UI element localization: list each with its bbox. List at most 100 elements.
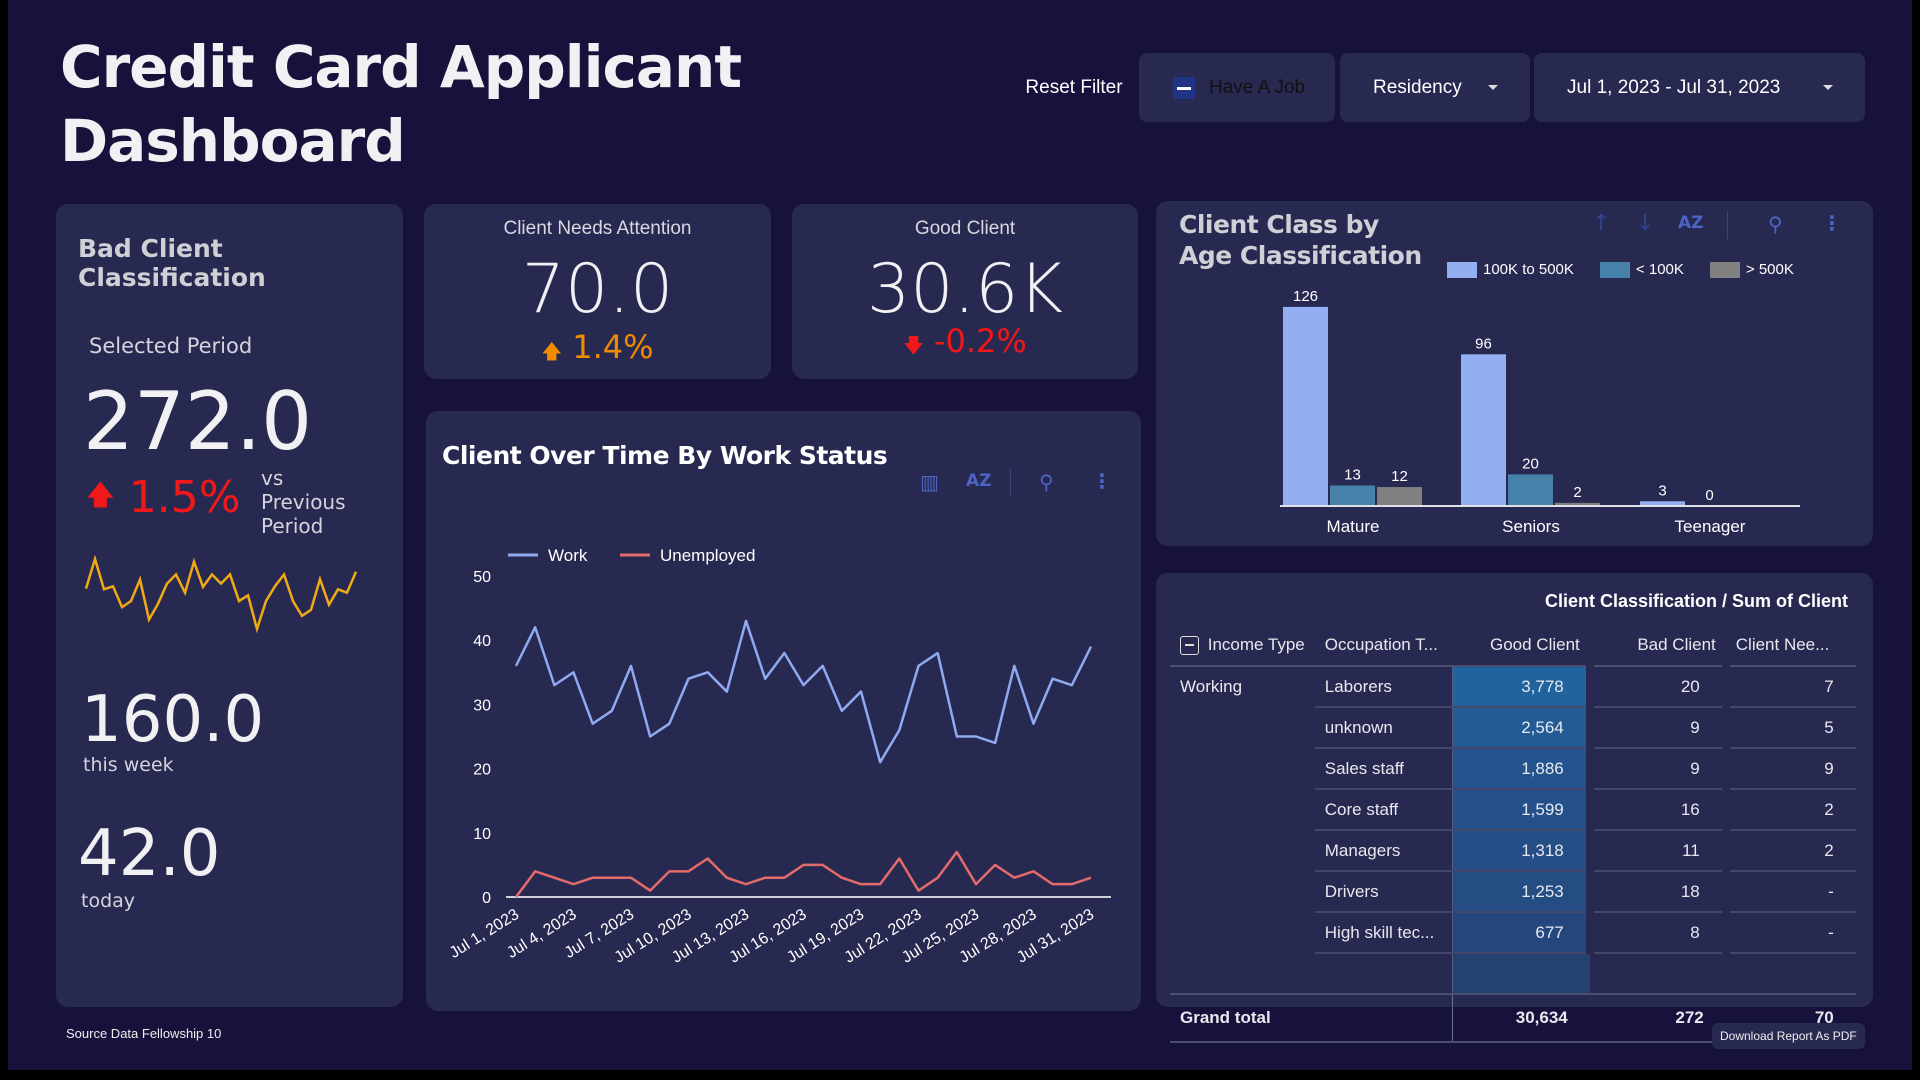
- column-header-income-type[interactable]: Income Type: [1170, 625, 1315, 666]
- selected-period-label: Selected Period: [89, 334, 253, 358]
- cell-occupation: unknown: [1314, 707, 1453, 749]
- kpi-value: 30.6K: [867, 250, 1063, 329]
- residency-dropdown[interactable]: Residency: [1340, 53, 1530, 122]
- cell-good-client: 1,253: [1452, 871, 1590, 913]
- client-class-by-age-card: Client Class by Age Classification ↑ ↓ A…: [1156, 201, 1873, 546]
- collapse-icon[interactable]: [1180, 636, 1199, 655]
- legend-item[interactable]: > 500K: [1709, 261, 1794, 278]
- more-options-icon[interactable]: ⋮: [1092, 469, 1112, 493]
- grand-total-value: 272: [1675, 1008, 1704, 1027]
- legend-swatch: [1599, 261, 1630, 278]
- kpi-title: Client Needs Attention: [503, 218, 692, 239]
- arrow-up-icon: 🡅: [541, 339, 563, 363]
- have-a-job-filter[interactable]: Have A Job: [1139, 53, 1335, 122]
- legend-swatch: [1709, 261, 1740, 278]
- table-row: Core staff 1,599 16 2: [1170, 789, 1856, 831]
- cell-occupation: Laborers: [1314, 666, 1453, 708]
- page-title-line-2: Dashboard: [60, 107, 406, 175]
- column-header-client-needs-attention[interactable]: Client Nee...: [1726, 625, 1856, 666]
- cell-client-needs-attention: 2: [1721, 830, 1856, 872]
- table-row: unknown 2,564 9 5: [1170, 707, 1856, 749]
- chevron-down-icon: [1823, 85, 1833, 90]
- series-line-unemployed[interactable]: [514, 850, 1092, 898]
- vs-previous-label: vs Previous Period: [261, 466, 403, 538]
- legend-label: < 100K: [1635, 261, 1684, 278]
- kpi-delta: 🡇 -0.2%: [792, 322, 1138, 365]
- column-header-occupation[interactable]: Occupation T...: [1315, 625, 1453, 666]
- arrow-down-icon[interactable]: ↓: [1636, 211, 1654, 236]
- today-value: 42.0: [78, 817, 221, 891]
- bar-mature-0[interactable]: [1283, 306, 1328, 506]
- table-row: Managers 1,318 11 2: [1170, 830, 1856, 872]
- bar-mature-1[interactable]: [1330, 485, 1375, 506]
- zoom-magnifier-icon[interactable]: ⚲: [1039, 470, 1054, 494]
- cell-good-client: 1,886: [1452, 748, 1590, 790]
- bar-chart: 126 13 12 Mature 96 20 2 Seniors 3 0 Teenager: [1280, 291, 1800, 536]
- cell-occupation: High skill tec...: [1314, 912, 1453, 954]
- grand-total-value: 30,634: [1452, 994, 1590, 1042]
- line-chart-title: Client Over Time By Work Status: [442, 441, 888, 470]
- cell-income-type: [1170, 789, 1315, 830]
- series-line-work[interactable]: [514, 619, 1093, 764]
- column-header-label: Income Type: [1207, 634, 1305, 654]
- sort-az-icon[interactable]: AZ: [1678, 213, 1703, 233]
- table-row: High skill tec... 677 8-: [1170, 912, 1856, 954]
- have-a-job-label: Have A Job: [1209, 76, 1306, 98]
- page-title: Credit Card Applicant Dashboard: [60, 30, 742, 178]
- kpi-delta: 🡅 1.4%: [424, 328, 771, 371]
- column-header-good-client[interactable]: Good Client: [1453, 625, 1590, 666]
- arrow-up-icon[interactable]: ↑: [1592, 211, 1610, 236]
- more-options-icon[interactable]: ⋮: [1822, 211, 1842, 235]
- date-range-picker[interactable]: Jul 1, 2023 - Jul 31, 2023: [1534, 53, 1865, 122]
- bad-client-delta-value: 1.5%: [128, 472, 241, 523]
- page-title-line-1: Credit Card Applicant: [60, 33, 742, 101]
- cell-client-needs-attention: -: [1721, 871, 1856, 913]
- arrow-up-icon: 🡅: [86, 477, 115, 511]
- bar-seniors-0[interactable]: [1461, 354, 1506, 506]
- cell-income-type: [1170, 748, 1315, 789]
- bar-data-label: 0: [1705, 487, 1713, 504]
- checkbox-indeterminate-icon[interactable]: [1173, 76, 1195, 99]
- cell-bad-client: 11: [1585, 830, 1726, 872]
- cell-occupation: Sales staff: [1314, 748, 1453, 790]
- bar-mature-2[interactable]: [1377, 487, 1422, 506]
- bar-data-label: 12: [1391, 468, 1408, 485]
- chevron-down-icon: [1488, 85, 1498, 90]
- cell-client-needs-attention: 9: [1721, 748, 1856, 790]
- residency-label: Residency: [1373, 76, 1462, 98]
- legend-item-unemployed[interactable]: Unemployed: [620, 546, 755, 565]
- legend-swatch: [1447, 261, 1477, 278]
- bar-data-label: 20: [1522, 455, 1539, 472]
- legend-item[interactable]: < 100K: [1599, 261, 1684, 278]
- y-tick-label: 30: [473, 697, 491, 714]
- bar-data-label: 13: [1344, 466, 1361, 483]
- cell-client-needs-attention: 7: [1721, 666, 1856, 708]
- column-header-bad-client[interactable]: Bad Client: [1590, 625, 1726, 666]
- legend-label: > 500K: [1745, 261, 1794, 278]
- cell-income-type: [1170, 871, 1315, 912]
- card-title: Bad Client Classification: [78, 234, 266, 292]
- toolbar-divider: [1727, 211, 1728, 239]
- legend-label: 100K to 500K: [1483, 261, 1574, 278]
- pivot-table: Income Type Occupation T... Good Client …: [1170, 625, 1856, 1043]
- y-tick-label: 0: [482, 890, 491, 907]
- arrow-down-icon: 🡇: [903, 333, 924, 357]
- kpi-title: Good Client: [914, 218, 1016, 239]
- bar-seniors-1[interactable]: [1508, 474, 1553, 506]
- legend-item-work[interactable]: Work: [508, 546, 588, 565]
- download-report-button[interactable]: Download Report As PDF: [1712, 1023, 1865, 1049]
- x-category-label: Seniors: [1502, 517, 1560, 536]
- cell-bad-client: 16: [1585, 789, 1726, 831]
- sort-az-icon[interactable]: AZ: [966, 471, 991, 491]
- reset-filter-button[interactable]: Reset Filter: [1010, 53, 1138, 122]
- y-tick-label: 50: [473, 569, 491, 586]
- legend-item[interactable]: 100K to 500K: [1447, 261, 1574, 278]
- grand-total-label: Grand total: [1180, 1008, 1271, 1027]
- client-over-time-card: Client Over Time By Work Status ▥ AZ ⚲ ⋮…: [426, 411, 1141, 1011]
- chart-settings-icon[interactable]: ▥: [920, 470, 939, 494]
- zoom-magnifier-icon[interactable]: ⚲: [1768, 212, 1783, 236]
- cell-income-type: [1170, 707, 1315, 748]
- bar-chart-title: Client Class by Age Classification: [1179, 210, 1422, 270]
- bad-client-delta: 🡅 1.5%: [86, 472, 241, 523]
- bar-data-label: 2: [1573, 484, 1581, 501]
